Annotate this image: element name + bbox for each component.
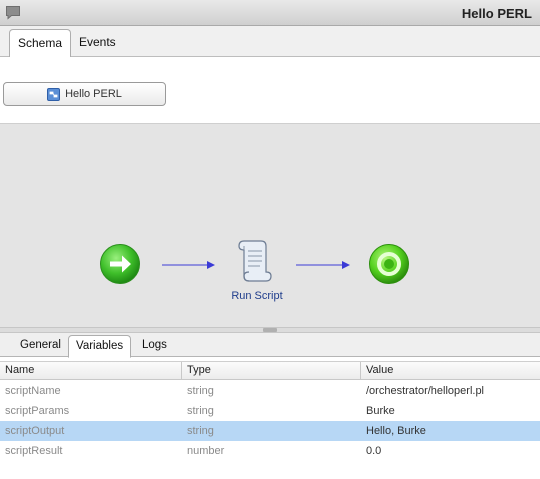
table-header: Name Type Value [0, 362, 540, 380]
app-window: Hello PERL Schema Events Hello PERL Run … [0, 0, 540, 479]
variable-value: 0.0 [366, 445, 382, 457]
table-row[interactable]: scriptResult number 0.0 [0, 441, 540, 461]
tab-variables[interactable]: Variables [68, 335, 132, 358]
schema-header: Hello PERL [0, 57, 540, 123]
splitter-grip[interactable] [263, 328, 277, 332]
variable-value: Hello, Burke [366, 425, 426, 437]
column-header-type[interactable]: Type [182, 362, 361, 380]
column-header-name[interactable]: Name [0, 362, 182, 380]
workflow-name-label: Hello PERL [65, 88, 122, 100]
chat-bubble-icon[interactable] [5, 5, 21, 20]
table-row-selected[interactable]: scriptOutput string Hello, Burke [0, 421, 540, 441]
workflow-icon [47, 87, 61, 101]
variable-type: string [187, 405, 214, 417]
end-node-green-icon[interactable] [368, 243, 410, 285]
column-header-value[interactable]: Value [361, 362, 540, 380]
variable-name: scriptResult [5, 445, 63, 457]
variable-value: /orchestrator/helloperl.pl [366, 385, 485, 397]
schema-canvas[interactable]: Run Script [0, 123, 540, 327]
variable-name: scriptName [5, 385, 61, 397]
bottom-tab-strip: General Variables Logs [0, 333, 540, 358]
workflow-name-button[interactable]: Hello PERL [3, 82, 166, 106]
variable-type: string [187, 425, 214, 437]
variable-name: scriptOutput [5, 425, 65, 437]
tab-general[interactable]: General [13, 335, 68, 357]
variables-table: Name Type Value scriptName string /orche… [0, 361, 540, 479]
run-script-scroll-icon[interactable] [236, 237, 272, 283]
variable-name: scriptParams [5, 405, 70, 417]
start-node-green-arrow-icon[interactable] [99, 243, 141, 285]
tab-events[interactable]: Events [71, 29, 124, 57]
variable-type: string [187, 385, 214, 397]
variable-value: Burke [366, 405, 395, 417]
title-bar: Hello PERL [0, 0, 540, 26]
variable-type: number [187, 445, 225, 457]
tab-schema[interactable]: Schema [9, 29, 72, 58]
tab-logs[interactable]: Logs [135, 335, 174, 357]
run-script-label: Run Script [231, 290, 283, 302]
table-row[interactable]: scriptParams string Burke [0, 401, 540, 421]
table-row[interactable]: scriptName string /orchestrator/helloper… [0, 381, 540, 401]
window-title: Hello PERL [461, 6, 532, 21]
top-tab-strip: Schema Events [0, 26, 540, 58]
